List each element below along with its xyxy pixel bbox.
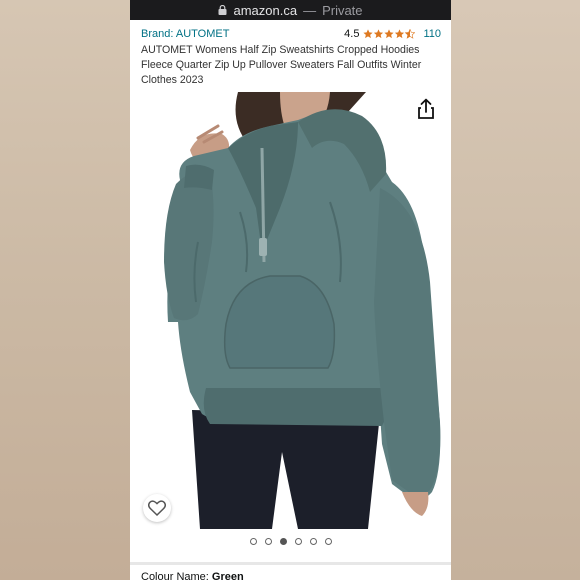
colour-value: Green bbox=[211, 571, 244, 580]
pagination-dot[interactable] bbox=[294, 538, 302, 545]
phone-screen: amazon.ca — Private Brand: AUTOMET 4.5 1… bbox=[130, 0, 451, 580]
rating-value: 4.5 bbox=[344, 28, 360, 40]
lock-icon bbox=[218, 5, 227, 15]
background-blur-left bbox=[0, 0, 130, 580]
colour-label: Colour Name: bbox=[141, 571, 212, 580]
url-separator: — bbox=[303, 2, 317, 18]
wishlist-button[interactable] bbox=[143, 494, 171, 522]
pagination-dot[interactable] bbox=[264, 538, 272, 545]
product-title: AUTOMET Womens Half Zip Sweatshirts Crop… bbox=[141, 44, 422, 86]
pagination-dot[interactable] bbox=[324, 538, 332, 545]
pagination-dot[interactable] bbox=[249, 538, 257, 545]
product-photo bbox=[164, 92, 441, 529]
product-image[interactable] bbox=[130, 92, 451, 529]
browser-url-bar[interactable]: amazon.ca — Private bbox=[130, 0, 451, 20]
url-private-label: Private bbox=[322, 2, 363, 18]
star-icon bbox=[363, 29, 416, 39]
background-blur-right bbox=[450, 0, 580, 580]
section-divider bbox=[130, 562, 451, 565]
pagination-dot[interactable] bbox=[309, 538, 317, 545]
share-icon[interactable] bbox=[415, 98, 437, 120]
pagination-dot-active[interactable] bbox=[279, 538, 287, 545]
url-domain: amazon.ca bbox=[233, 2, 298, 18]
rating-count: 110 bbox=[423, 28, 441, 40]
brand-link[interactable]: Brand: AUTOMET bbox=[141, 28, 229, 40]
colour-selection: Colour Name: Green bbox=[141, 571, 244, 580]
rating[interactable]: 4.5 110 bbox=[344, 28, 441, 40]
image-pagination[interactable] bbox=[130, 538, 451, 545]
product-info: Brand: AUTOMET 4.5 110 AUTOMET Womens Ha… bbox=[130, 20, 451, 92]
star-rating bbox=[363, 29, 416, 39]
heart-icon bbox=[148, 500, 166, 516]
